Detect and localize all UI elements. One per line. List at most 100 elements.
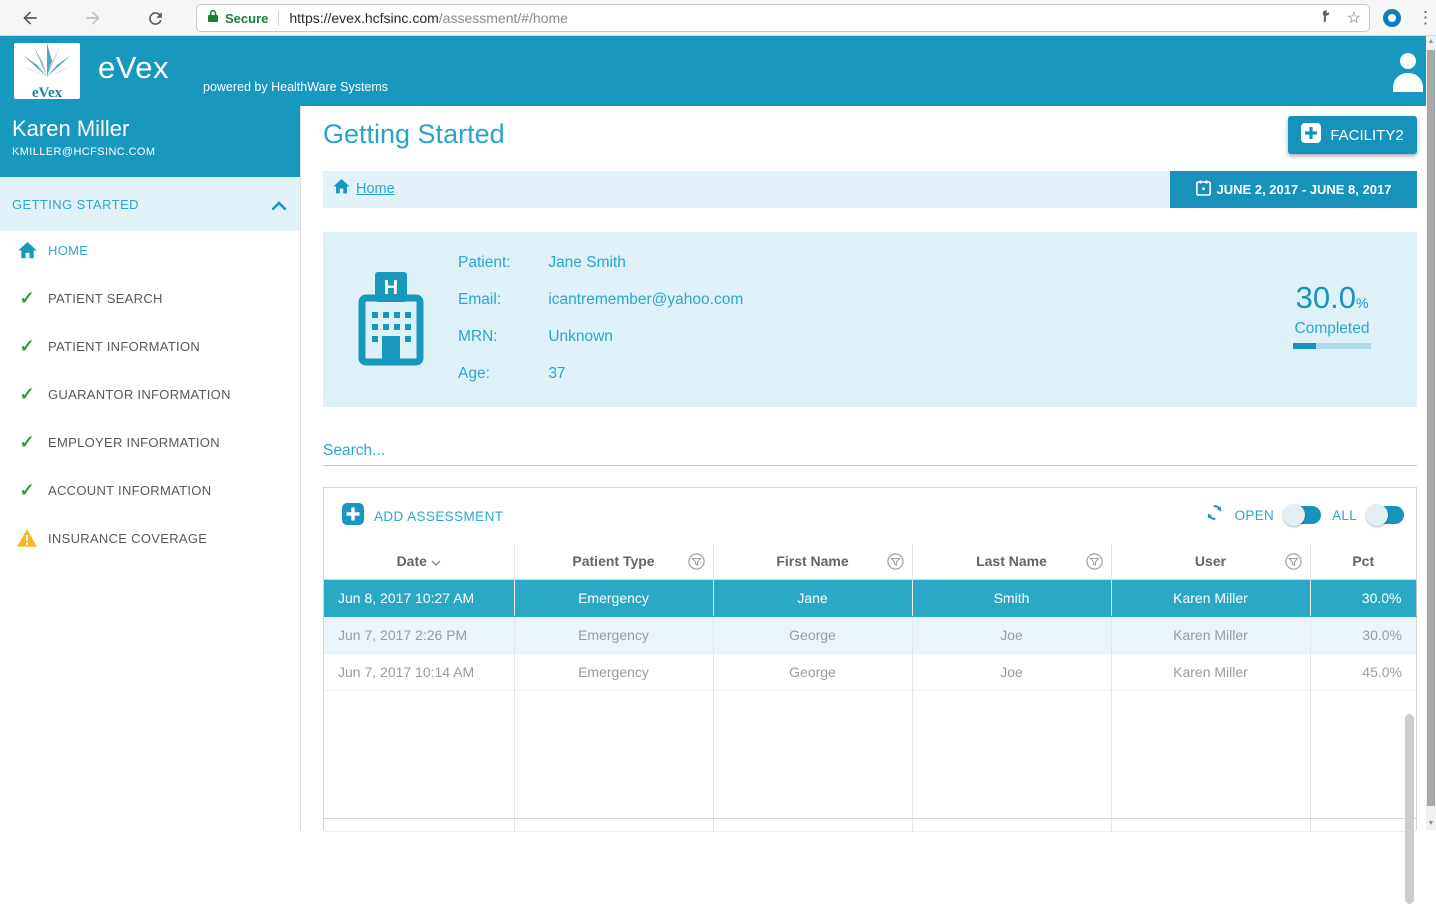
column-header-first-name[interactable]: First Name — [713, 544, 912, 579]
open-toggle-label: OPEN — [1235, 508, 1274, 523]
assessments-grid-panel: ADD ASSESSMENT OPEN ALL Date — [323, 487, 1417, 830]
completion-label: Completed — [1277, 320, 1387, 338]
sidebar-user-name: Karen Miller — [12, 116, 288, 142]
bookmark-star-icon[interactable]: ☆ — [1347, 8, 1361, 28]
url-host: https://evex.hcfsinc.com — [289, 10, 438, 26]
sidebar: Karen Miller KMILLER@HCFSINC.COM GETTING… — [0, 106, 301, 830]
column-header-pct[interactable]: Pct — [1310, 544, 1416, 579]
all-toggle[interactable] — [1368, 506, 1404, 524]
table-row[interactable]: Jun 7, 2017 10:14 AM Emergency George Jo… — [324, 653, 1416, 690]
forward-icon[interactable] — [80, 5, 106, 31]
check-icon: ✓ — [16, 384, 38, 405]
sidebar-item-employer-information[interactable]: ✓ EMPLOYER INFORMATION — [0, 418, 300, 466]
search-field-wrap — [323, 436, 1417, 466]
patient-summary-card: H Patient: Jane Smith Email: icantrememb… — [323, 232, 1417, 407]
cell-last-name: Smith — [912, 579, 1111, 616]
cell-pct: 30.0% — [1310, 616, 1416, 653]
facility-button[interactable]: FACILITY2 — [1288, 116, 1417, 154]
sidebar-item-guarantor-information[interactable]: ✓ GUARANTOR INFORMATION — [0, 370, 300, 418]
all-toggle-label: ALL — [1332, 508, 1357, 523]
patient-row: Patient: Jane Smith — [458, 254, 626, 272]
cell-first-name: George — [713, 653, 912, 690]
brand-name: eVex — [98, 50, 169, 86]
address-bar[interactable]: Secure https://evex.hcfsinc.com/assessme… — [196, 4, 1370, 32]
browser-menu-icon[interactable]: ⋮ — [1417, 5, 1433, 31]
column-label: Date — [397, 553, 427, 569]
table-row[interactable]: Jun 7, 2017 2:26 PM Emergency George Joe… — [324, 616, 1416, 653]
lock-icon — [207, 9, 219, 28]
breadcrumb-home-link[interactable]: Home — [333, 179, 395, 199]
user-profile-icon[interactable] — [1390, 50, 1426, 92]
add-assessment-button[interactable]: ADD ASSESSMENT — [342, 503, 503, 530]
filter-icon[interactable] — [1285, 553, 1302, 573]
sidebar-item-home[interactable]: HOME — [0, 226, 300, 274]
table-row[interactable]: Jun 8, 2017 10:27 AM Emergency Jane Smit… — [324, 579, 1416, 616]
sidebar-item-insurance-coverage[interactable]: INSURANCE COVERAGE — [0, 514, 300, 562]
refresh-icon[interactable] — [142, 5, 168, 31]
mrn-value: Unknown — [548, 328, 613, 345]
cell-user: Karen Miller — [1111, 653, 1310, 690]
column-header-date[interactable]: Date — [324, 544, 514, 579]
grid-scrollbar-thumb[interactable] — [1405, 714, 1414, 904]
open-toggle[interactable] — [1285, 506, 1321, 524]
page-scrollbar[interactable]: ▲ ▼ — [1426, 36, 1436, 830]
home-icon — [333, 179, 350, 199]
table-header-row: Date Patient Type First Name Last Name — [324, 544, 1416, 579]
chevron-up-icon — [272, 197, 286, 215]
sidebar-item-patient-search[interactable]: ✓ PATIENT SEARCH — [0, 274, 300, 322]
check-icon: ✓ — [16, 432, 38, 453]
cell-pct: 30.0% — [1310, 579, 1416, 616]
column-header-patient-type[interactable]: Patient Type — [514, 544, 713, 579]
sidebar-item-label: GUARANTOR INFORMATION — [48, 387, 231, 402]
date-range-label: JUNE 2, 2017 - JUNE 8, 2017 — [1217, 182, 1392, 197]
hospital-icon: H — [355, 268, 427, 373]
age-row: Age: 37 — [458, 365, 566, 383]
completion-progress-bar — [1293, 343, 1371, 349]
warning-icon — [16, 529, 38, 547]
sidebar-section-getting-started[interactable]: GETTING STARTED — [0, 177, 300, 231]
cell-date: Jun 8, 2017 10:27 AM — [324, 579, 514, 616]
app-header: eVex eVex powered by HealthWare Systems — [0, 36, 1427, 106]
sidebar-item-account-information[interactable]: ✓ ACCOUNT INFORMATION — [0, 466, 300, 514]
column-header-last-name[interactable]: Last Name — [912, 544, 1111, 579]
calendar-icon — [1196, 180, 1211, 199]
add-plus-icon — [342, 503, 364, 530]
check-icon: ✓ — [16, 336, 38, 357]
page-scrollbar-thumb[interactable] — [1427, 50, 1435, 806]
breadcrumb-home-label: Home — [356, 181, 395, 197]
scroll-down-icon[interactable]: ▼ — [1426, 818, 1436, 830]
filter-icon[interactable] — [1086, 553, 1103, 573]
cell-first-name: Jane — [713, 579, 912, 616]
browser-extension-icon[interactable] — [1383, 9, 1401, 27]
scroll-up-icon[interactable]: ▲ — [1426, 36, 1436, 48]
main-content: Getting Started FACILITY2 Home JUNE 2, 2… — [302, 106, 1427, 830]
age-label: Age: — [458, 365, 544, 383]
filter-icon[interactable] — [688, 553, 705, 573]
table-empty-area — [324, 690, 1416, 818]
check-icon: ✓ — [16, 480, 38, 501]
date-range-button[interactable]: JUNE 2, 2017 - JUNE 8, 2017 — [1170, 171, 1417, 208]
key-icon[interactable] — [1320, 8, 1335, 28]
age-value: 37 — [548, 365, 565, 382]
secure-label: Secure — [225, 11, 268, 26]
completion-percent: 30.0 — [1296, 280, 1356, 315]
browser-chrome: Secure https://evex.hcfsinc.com/assessme… — [0, 0, 1436, 36]
cell-patient-type: Emergency — [514, 653, 713, 690]
brand-tagline: powered by HealthWare Systems — [203, 80, 388, 94]
cell-patient-type: Emergency — [514, 616, 713, 653]
cell-last-name: Joe — [912, 653, 1111, 690]
back-icon[interactable] — [17, 5, 43, 31]
sidebar-item-patient-information[interactable]: ✓ PATIENT INFORMATION — [0, 322, 300, 370]
sidebar-item-label: HOME — [48, 243, 88, 258]
check-icon: ✓ — [16, 288, 38, 309]
patient-value: Jane Smith — [548, 254, 626, 271]
address-separator — [278, 10, 279, 26]
column-header-user[interactable]: User — [1111, 544, 1310, 579]
facility-button-label: FACILITY2 — [1330, 127, 1403, 144]
email-row: Email: icantremember@yahoo.com — [458, 291, 743, 309]
evex-logo[interactable]: eVex — [14, 43, 80, 99]
cell-date: Jun 7, 2017 10:14 AM — [324, 653, 514, 690]
search-input[interactable] — [323, 436, 1417, 465]
filter-icon[interactable] — [887, 553, 904, 573]
sync-icon[interactable] — [1205, 503, 1224, 527]
